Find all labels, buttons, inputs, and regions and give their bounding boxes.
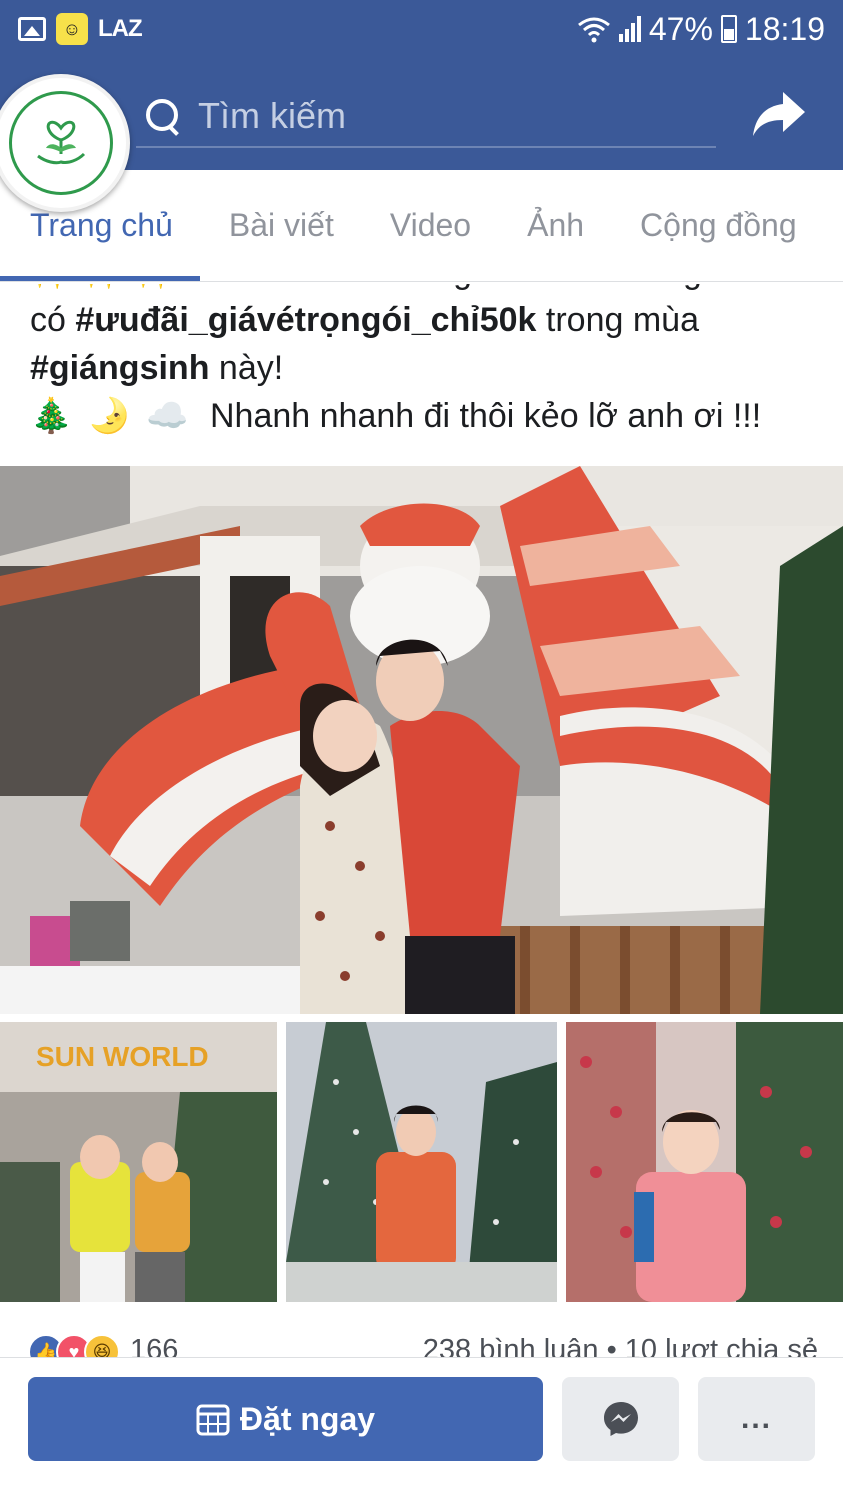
tab-video[interactable]: Video	[390, 207, 471, 244]
post-text-segment: có	[30, 301, 76, 339]
clock: 18:19	[744, 10, 825, 47]
hashtag-link[interactable]: #ưuđãi_giávétrọngói_chỉ50k	[75, 301, 536, 339]
post-photo-main[interactable]	[0, 466, 843, 1014]
search-input[interactable]: Tìm kiếm	[198, 95, 346, 137]
gallery-notification-icon	[18, 17, 46, 41]
tab-posts[interactable]: Bài viết	[229, 207, 334, 244]
child-photo	[566, 1022, 843, 1302]
book-now-button[interactable]: Đặt ngay	[28, 1377, 543, 1461]
couple-santa-photo	[0, 466, 843, 1014]
cloud-emoji-icon: ☁️	[146, 397, 189, 435]
post-photo-thumb-3[interactable]	[566, 1022, 843, 1302]
tab-home[interactable]: Trang chủ	[30, 207, 173, 244]
tab-community[interactable]: Cộng đồng	[640, 207, 797, 244]
search-bar[interactable]: Tìm kiếm	[136, 86, 716, 148]
share-icon[interactable]	[749, 84, 809, 144]
messenger-button[interactable]	[562, 1377, 679, 1461]
post-line-3: 🎄 🌛 ☁️ Nhanh nhanh đi thôi kẻo lỡ anh ơi !!…	[30, 392, 830, 440]
post-text-segment: này!	[209, 349, 284, 387]
sun-world-sign: SUN WORLD	[36, 1041, 209, 1072]
post-text-segment: Nhanh nhanh đi thôi kẻo lỡ anh ơi !!!	[210, 397, 762, 435]
page-logo	[9, 91, 113, 195]
messenger-icon	[603, 1402, 638, 1436]
sun-world-photo: SUN WORLD	[0, 1022, 277, 1302]
tab-photos[interactable]: Ảnh	[527, 207, 584, 244]
book-now-label: Đặt ngay	[239, 1400, 376, 1437]
page-tabs: Trang chủ Bài viết Video Ảnh Cộng đồng	[0, 170, 843, 282]
lazada-notification-icon: LAZ	[98, 15, 143, 42]
moon-emoji-icon: 🌛	[88, 397, 131, 435]
post-line-2: #giángsinh này!	[30, 344, 830, 392]
hands-leaf-logo-icon	[37, 120, 86, 165]
battery-percent: 47%	[648, 10, 713, 47]
post-text-segment: trong mùa	[536, 301, 699, 339]
emoji-notification-icon: ☺	[56, 13, 88, 45]
wifi-icon	[577, 17, 610, 43]
post-line-1: có #ưuđãi_giávétrọngói_chỉ50k trong mùa	[30, 296, 830, 344]
status-bar: ☺ LAZ 47% 18:19	[0, 0, 843, 58]
post-photo-thumb-1[interactable]: SUN WORLD	[0, 1022, 277, 1302]
active-tab-indicator	[0, 276, 200, 281]
bottom-action-bar: Đặt ngay ...	[0, 1357, 843, 1498]
christmas-tree-photo	[286, 1022, 557, 1302]
post-photo-thumb-2[interactable]	[286, 1022, 557, 1302]
more-options-button[interactable]: ...	[698, 1377, 815, 1461]
christmas-tree-emoji-icon: 🎄	[30, 397, 73, 435]
signal-icon	[618, 16, 641, 42]
calendar-icon	[196, 1404, 230, 1436]
battery-icon	[720, 15, 737, 43]
hashtag-link[interactable]: #giángsinh	[30, 349, 209, 387]
search-icon	[142, 96, 182, 136]
